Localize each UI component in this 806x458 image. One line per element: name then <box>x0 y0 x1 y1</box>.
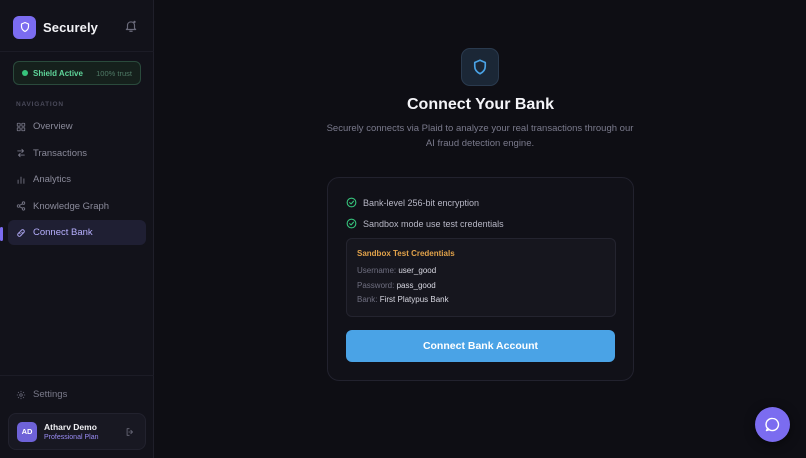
nav-heading: NAVIGATION <box>16 101 64 108</box>
gear-icon <box>16 390 26 399</box>
divider <box>0 375 154 376</box>
sidebar-item-label: Analytics <box>33 174 72 186</box>
feature-item: Sandbox mode use test credentials <box>346 218 504 229</box>
arrows-icon <box>17 148 25 158</box>
sidebar-nav: Overview Transactions Analytics Knowledg… <box>8 114 146 247</box>
shield-icon <box>461 48 499 86</box>
sidebar-item-transactions[interactable]: Transactions <box>8 141 146 166</box>
user-plan: Professional Plan <box>44 434 99 441</box>
sidebar-item-label: Overview <box>33 121 73 132</box>
credential-label: Bank: <box>357 295 378 304</box>
sidebar-item-knowledge-graph[interactable]: Knowledge Graph <box>8 194 146 219</box>
sidebar-item-settings[interactable]: Settings <box>16 389 67 400</box>
sidebar-item-label: Connect Bank <box>33 227 93 239</box>
connect-card: Bank-level 256-bit encryption Sandbox mo… <box>327 177 634 381</box>
main-content: Connect Your Bank Securely connects via … <box>155 0 806 458</box>
user-card[interactable]: AD Atharv Demo Professional Plan <box>8 413 146 450</box>
trust-score: 100% trust <box>96 68 132 78</box>
credential-username: Username: user_good <box>357 264 605 279</box>
connect-bank-account-button[interactable]: Connect Bank Account <box>346 330 615 362</box>
credential-password: Password: pass_good <box>357 279 605 294</box>
feature-label: Sandbox mode use test credentials <box>363 218 504 229</box>
grid-icon <box>16 122 26 131</box>
share-nodes-icon <box>16 201 26 211</box>
page-subtitle: Securely connects via Plaid to analyze y… <box>326 123 634 149</box>
user-name: Atharv Demo <box>44 422 97 432</box>
chat-button[interactable] <box>755 407 790 442</box>
settings-label: Settings <box>33 389 68 400</box>
credential-label: Username: <box>357 266 397 275</box>
feature-item: Bank-level 256-bit encryption <box>346 197 479 208</box>
user-info: Atharv Demo Professional Plan <box>44 422 98 441</box>
page-title: Connect Your Bank <box>407 96 554 113</box>
sidebar-item-overview[interactable]: Overview <box>8 114 146 139</box>
status-dot-icon <box>22 70 28 76</box>
sidebar-item-label: Transactions <box>33 147 88 159</box>
app-name: Securely <box>43 19 99 35</box>
divider <box>0 51 154 52</box>
credential-label: Password: <box>357 280 395 290</box>
chat-bubble-icon <box>765 417 780 432</box>
bell-icon[interactable] <box>124 19 138 33</box>
credential-value: user_good <box>398 266 437 275</box>
sidebar: Securely Shield Active 100% trust NAVIGA… <box>0 0 154 458</box>
active-indicator <box>0 227 3 241</box>
credentials-title: Sandbox Test Credentials <box>357 249 455 258</box>
check-circle-icon <box>346 197 357 208</box>
link-icon <box>17 229 25 237</box>
shield-status-badge: Shield Active 100% trust <box>13 61 141 85</box>
sidebar-item-connect-bank[interactable]: Connect Bank <box>8 220 146 246</box>
logout-icon[interactable] <box>125 427 135 437</box>
sidebar-item-label: Knowledge Graph <box>33 200 110 212</box>
shield-logo-icon <box>13 15 36 39</box>
avatar: AD <box>17 421 37 442</box>
credential-value: pass_good <box>396 280 436 290</box>
check-circle-icon <box>346 218 357 229</box>
shield-status-label: Shield Active <box>33 68 83 78</box>
credential-bank: Bank: First Platypus Bank <box>357 293 605 308</box>
sidebar-item-analytics[interactable]: Analytics <box>8 167 146 192</box>
sandbox-credentials-box: Sandbox Test Credentials Username: user_… <box>346 238 616 317</box>
feature-label: Bank-level 256-bit encryption <box>363 197 480 208</box>
credential-value: First Platypus Bank <box>379 295 449 304</box>
brand[interactable]: Securely <box>13 15 98 39</box>
bar-chart-icon <box>17 176 25 184</box>
